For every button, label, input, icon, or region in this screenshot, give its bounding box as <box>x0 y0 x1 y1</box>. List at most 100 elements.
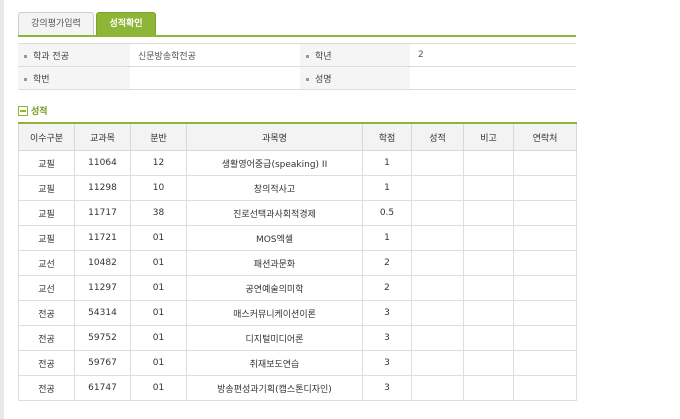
table-row: 교선 10482 01 패션과문화 2 <box>18 250 577 276</box>
cell-grade <box>411 250 464 276</box>
cell-type: 전공 <box>18 300 75 326</box>
tab-course-evaluation[interactable]: 강의평가입력 <box>18 12 94 35</box>
cell-code: 11717 <box>74 200 131 226</box>
table-row: 교선 11297 01 공연예술의미학 2 <box>18 275 577 301</box>
name-value <box>410 66 576 90</box>
cell-grade <box>411 375 464 401</box>
cell-course-name: 방송편성과기획(캡스톤디자인) <box>186 375 363 401</box>
student-info-table: 학과 전공 신문방송학전공 학년 2 학번 성명 <box>18 43 576 90</box>
cell-credit: 2 <box>362 275 412 301</box>
col-header-note: 비고 <box>463 122 514 151</box>
table-row: 교필 11298 10 창의적사고 1 <box>18 175 577 201</box>
major-value: 신문방송학전공 <box>130 43 300 67</box>
cell-type: 교선 <box>18 250 75 276</box>
cell-credit: 3 <box>362 375 412 401</box>
cell-contact <box>513 325 577 351</box>
cell-grade <box>411 175 464 201</box>
section-title: 성적 <box>31 107 48 117</box>
cell-contact <box>513 375 577 401</box>
col-header-type: 이수구분 <box>18 122 75 151</box>
cell-credit: 2 <box>362 250 412 276</box>
cell-note <box>463 350 514 376</box>
collapse-icon[interactable] <box>18 106 28 116</box>
cell-course-name: 창의적사고 <box>186 175 363 201</box>
cell-section: 01 <box>130 350 187 376</box>
cell-grade <box>411 225 464 251</box>
cell-section: 01 <box>130 300 187 326</box>
cell-type: 교필 <box>18 200 75 226</box>
col-header-course-name: 과목명 <box>186 122 363 151</box>
cell-type: 전공 <box>18 375 75 401</box>
cell-credit: 0.5 <box>362 200 412 226</box>
cell-section: 01 <box>130 250 187 276</box>
cell-grade <box>411 150 464 176</box>
tab-grade-check[interactable]: 성적확인 <box>96 12 156 35</box>
cell-note <box>463 250 514 276</box>
table-row: 교필 11721 01 MOS엑셀 1 <box>18 225 577 251</box>
cell-type: 교필 <box>18 225 75 251</box>
table-row: 전공 59767 01 취재보도연습 3 <box>18 350 577 376</box>
cell-contact <box>513 175 577 201</box>
cell-code: 54314 <box>74 300 131 326</box>
student-id-label: 학번 <box>33 74 50 85</box>
cell-note <box>463 150 514 176</box>
cell-course-name: 패션과문화 <box>186 250 363 276</box>
cell-code: 11721 <box>74 225 131 251</box>
cell-credit: 3 <box>362 325 412 351</box>
cell-section: 12 <box>130 150 187 176</box>
cell-type: 전공 <box>18 350 75 376</box>
year-label-cell: 학년 <box>300 43 410 67</box>
cell-section: 10 <box>130 175 187 201</box>
table-row: 교필 11717 38 진로선택과사회적경제 0.5 <box>18 200 577 226</box>
cell-course-name: 진로선택과사회적경제 <box>186 200 363 226</box>
cell-code: 59752 <box>74 325 131 351</box>
cell-code: 11298 <box>74 175 131 201</box>
col-header-credit: 학점 <box>362 122 412 151</box>
cell-type: 교필 <box>18 150 75 176</box>
cell-note <box>463 225 514 251</box>
cell-code: 10482 <box>74 250 131 276</box>
cell-note <box>463 300 514 326</box>
major-label-cell: 학과 전공 <box>18 43 130 67</box>
table-row: 교필 11064 12 생활영어중급(speaking) II 1 <box>18 150 577 176</box>
cell-section: 01 <box>130 275 187 301</box>
cell-contact <box>513 300 577 326</box>
col-header-section: 분반 <box>130 122 187 151</box>
name-label-cell: 성명 <box>300 66 410 90</box>
cell-grade <box>411 300 464 326</box>
cell-note <box>463 375 514 401</box>
table-header-row: 이수구분 교과목 분반 과목명 학점 성적 비고 연락처 <box>18 122 577 151</box>
col-header-grade: 성적 <box>411 122 464 151</box>
cell-note <box>463 175 514 201</box>
cell-note <box>463 275 514 301</box>
cell-course-name: 취재보도연습 <box>186 350 363 376</box>
cell-section: 01 <box>130 325 187 351</box>
student-id-value <box>130 66 300 90</box>
cell-type: 교선 <box>18 275 75 301</box>
cell-contact <box>513 250 577 276</box>
table-row: 전공 61747 01 방송편성과기획(캡스톤디자인) 3 <box>18 375 577 401</box>
bullet-icon <box>24 54 27 58</box>
cell-note <box>463 200 514 226</box>
cell-section: 38 <box>130 200 187 226</box>
cell-grade <box>411 275 464 301</box>
cell-code: 11297 <box>74 275 131 301</box>
name-label: 성명 <box>315 74 332 85</box>
cell-credit: 3 <box>362 350 412 376</box>
cell-contact <box>513 200 577 226</box>
cell-section: 01 <box>130 225 187 251</box>
window-left-border <box>0 0 4 419</box>
cell-code: 59767 <box>74 350 131 376</box>
cell-contact <box>513 350 577 376</box>
cell-credit: 1 <box>362 150 412 176</box>
table-row: 전공 59752 01 디지털미디어론 3 <box>18 325 577 351</box>
cell-type: 교필 <box>18 175 75 201</box>
bullet-icon <box>306 54 309 58</box>
major-label: 학과 전공 <box>33 51 69 62</box>
bullet-icon <box>306 77 309 81</box>
col-header-code: 교과목 <box>74 122 131 151</box>
cell-course-name: 디지털미디어론 <box>186 325 363 351</box>
cell-section: 01 <box>130 375 187 401</box>
cell-type: 전공 <box>18 325 75 351</box>
col-header-contact: 연락처 <box>513 122 577 151</box>
